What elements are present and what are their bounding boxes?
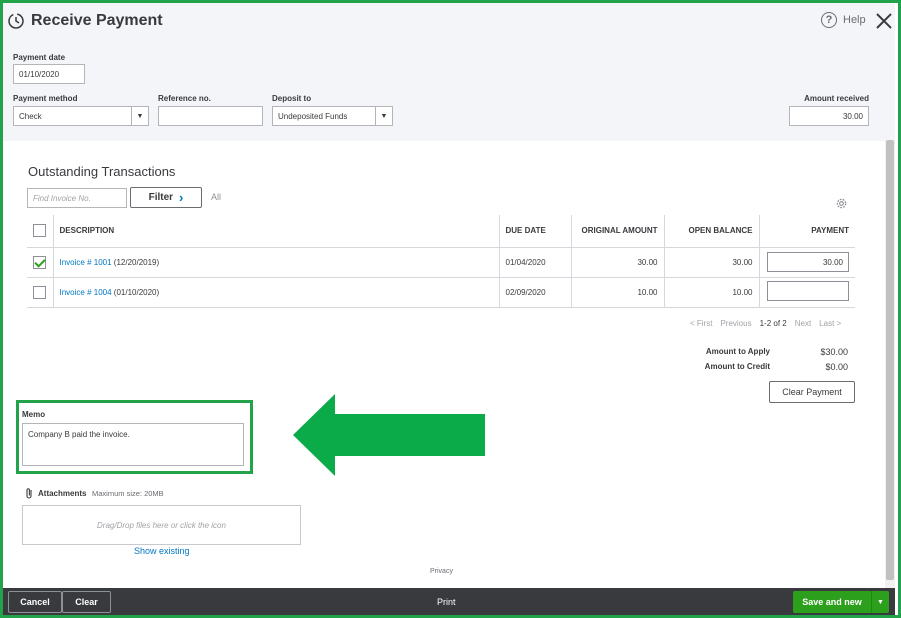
attachments-dropzone[interactable]: Drag/Drop files here or click the icon xyxy=(22,505,301,545)
due-date-cell: 02/09/2020 xyxy=(498,277,571,308)
help-label: Help xyxy=(843,14,866,26)
column-original-amount[interactable]: ORIGINAL AMOUNT xyxy=(570,215,664,248)
payment-date-label: Payment date xyxy=(13,53,66,62)
memo-label: Memo xyxy=(22,410,46,419)
find-invoice-input[interactable]: Find Invoice No. xyxy=(27,188,127,208)
pager-previous[interactable]: Previous xyxy=(720,319,751,328)
column-due-date[interactable]: DUE DATE xyxy=(498,215,571,248)
show-existing-link[interactable]: Show existing xyxy=(134,546,190,556)
reference-label: Reference no. xyxy=(158,94,211,103)
paperclip-icon xyxy=(26,488,32,499)
payment-input[interactable]: 30.00 xyxy=(767,252,849,272)
section-title: Outstanding Transactions xyxy=(28,164,176,179)
amount-to-apply-value: $30.00 xyxy=(820,347,848,357)
print-button[interactable]: Print xyxy=(437,597,456,607)
filter-all-label: All xyxy=(211,192,222,202)
due-date-cell: 01/04/2020 xyxy=(498,247,571,278)
help-button[interactable]: ? Help xyxy=(821,12,866,28)
table-row: Invoice # 1001 (12/20/2019) 01/04/2020 3… xyxy=(27,247,855,278)
chevron-right-icon: › xyxy=(179,190,184,205)
column-payment[interactable]: PAYMENT xyxy=(758,215,855,248)
footer-bar: Cancel Clear Print Save and new ▼ xyxy=(3,588,895,615)
amount-received-field[interactable]: 30.00 xyxy=(789,106,869,126)
payment-date-field[interactable]: 01/10/2020 xyxy=(13,64,85,84)
invoice-date: (01/10/2020) xyxy=(113,287,160,297)
arrow-left-icon xyxy=(293,394,485,476)
table-header-row: DESCRIPTION DUE DATE ORIGINAL AMOUNT OPE… xyxy=(27,215,855,248)
payment-method-value: Check xyxy=(19,112,42,121)
save-and-new-label: Save and new xyxy=(802,597,862,607)
deposit-to-label: Deposit to xyxy=(272,94,312,103)
memo-field[interactable]: Company B paid the invoice. xyxy=(22,423,244,466)
row-checkbox[interactable] xyxy=(33,285,46,299)
attachments-label: Attachments xyxy=(38,488,87,498)
scrollbar[interactable] xyxy=(885,140,895,588)
attachments-max-size: Maximum size: 20MB xyxy=(92,489,164,498)
history-clock-icon[interactable] xyxy=(7,12,25,30)
amount-to-credit-value: $0.00 xyxy=(825,362,848,372)
select-all-checkbox[interactable] xyxy=(33,224,46,238)
table-row: Invoice # 1004 (01/10/2020) 02/09/2020 1… xyxy=(27,277,855,308)
close-icon[interactable] xyxy=(875,12,893,30)
row-checkbox[interactable] xyxy=(33,255,46,269)
gear-icon[interactable] xyxy=(835,197,848,210)
pager: < First Previous 1-2 of 2 Next Last > xyxy=(690,319,841,328)
column-description[interactable]: DESCRIPTION xyxy=(52,215,499,248)
attachments-header[interactable]: Attachments xyxy=(24,487,86,499)
amount-to-apply-label: Amount to Apply xyxy=(705,347,770,356)
pager-range: 1-2 of 2 xyxy=(759,319,787,328)
invoice-link[interactable]: Invoice # 1004 xyxy=(60,288,112,297)
clear-payment-button[interactable]: Clear Payment xyxy=(769,381,855,403)
save-and-new-button[interactable]: Save and new ▼ xyxy=(793,591,889,613)
deposit-to-select[interactable]: Undeposited Funds ▼ xyxy=(272,106,393,126)
open-balance-cell: 10.00 xyxy=(663,277,759,308)
payment-input[interactable] xyxy=(767,281,849,301)
pager-last[interactable]: Last > xyxy=(819,319,841,328)
amount-to-credit-label: Amount to Credit xyxy=(704,362,770,371)
scrollbar-thumb[interactable] xyxy=(886,140,894,580)
page-title: Receive Payment xyxy=(31,12,163,29)
invoice-date: (12/20/2019) xyxy=(113,257,160,267)
chevron-down-icon[interactable]: ▼ xyxy=(375,107,392,125)
deposit-to-value: Undeposited Funds xyxy=(278,112,348,121)
clear-button[interactable]: Clear xyxy=(62,591,111,613)
open-balance-cell: 30.00 xyxy=(663,247,759,278)
pager-first[interactable]: < First xyxy=(690,319,712,328)
pager-next[interactable]: Next xyxy=(795,319,811,328)
amount-received-label: Amount received xyxy=(804,94,869,103)
filter-label: Filter xyxy=(148,192,174,203)
filter-button[interactable]: Filter › xyxy=(130,187,202,208)
column-open-balance[interactable]: OPEN BALANCE xyxy=(663,215,759,248)
payment-method-select[interactable]: Check ▼ xyxy=(13,106,149,126)
outstanding-transactions-table: DESCRIPTION DUE DATE ORIGINAL AMOUNT OPE… xyxy=(27,215,855,308)
invoice-link[interactable]: Invoice # 1001 xyxy=(60,258,112,267)
original-amount-cell: 30.00 xyxy=(570,247,664,278)
chevron-down-icon[interactable]: ▼ xyxy=(871,591,889,613)
cancel-button[interactable]: Cancel xyxy=(8,591,62,613)
payment-method-label: Payment method xyxy=(13,94,78,103)
reference-field[interactable] xyxy=(158,106,263,126)
original-amount-cell: 10.00 xyxy=(570,277,664,308)
help-circle-icon: ? xyxy=(821,12,837,28)
privacy-link[interactable]: Privacy xyxy=(430,568,453,575)
header: Receive Payment ? Help Payment date 01/1… xyxy=(3,3,895,141)
chevron-down-icon[interactable]: ▼ xyxy=(131,107,148,125)
